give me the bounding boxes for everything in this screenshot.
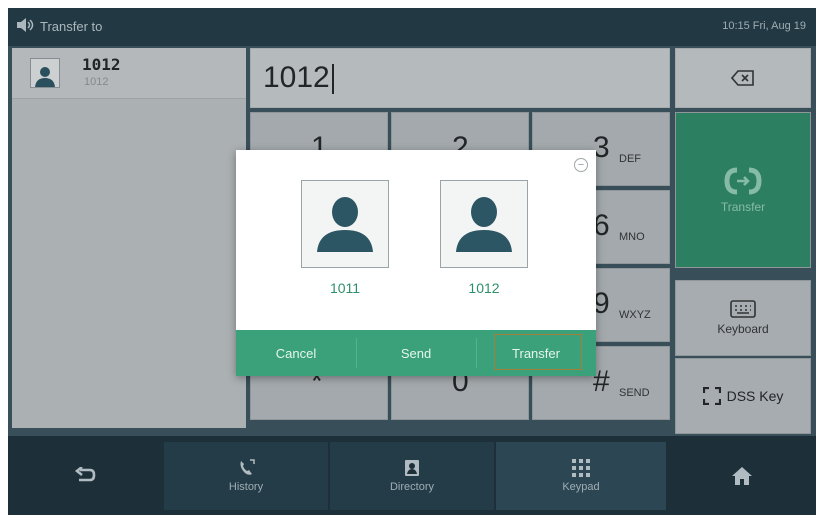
person-icon xyxy=(456,197,512,252)
dialog-action-bar: Cancel Send Transfer xyxy=(236,330,596,376)
target-option-1011[interactable]: 1011 xyxy=(300,180,390,296)
person-icon xyxy=(317,197,373,252)
target-avatar xyxy=(301,180,389,268)
target-avatar xyxy=(440,180,528,268)
cancel-button[interactable]: Cancel xyxy=(236,330,356,376)
transfer-target-dialog: − 1011 1012 Cancel Send Transfer xyxy=(236,150,596,376)
minus-icon: − xyxy=(577,158,585,171)
target-label: 1011 xyxy=(329,280,361,296)
target-option-1012[interactable]: 1012 xyxy=(439,180,529,296)
transfer-button[interactable]: Transfer xyxy=(476,330,596,376)
phone-screen: Transfer to 10:15 Fri, Aug 19 1012 1012 … xyxy=(8,8,816,515)
target-label: 1012 xyxy=(468,280,500,296)
send-button[interactable]: Send xyxy=(356,330,476,376)
close-dialog-button[interactable]: − xyxy=(574,158,588,172)
